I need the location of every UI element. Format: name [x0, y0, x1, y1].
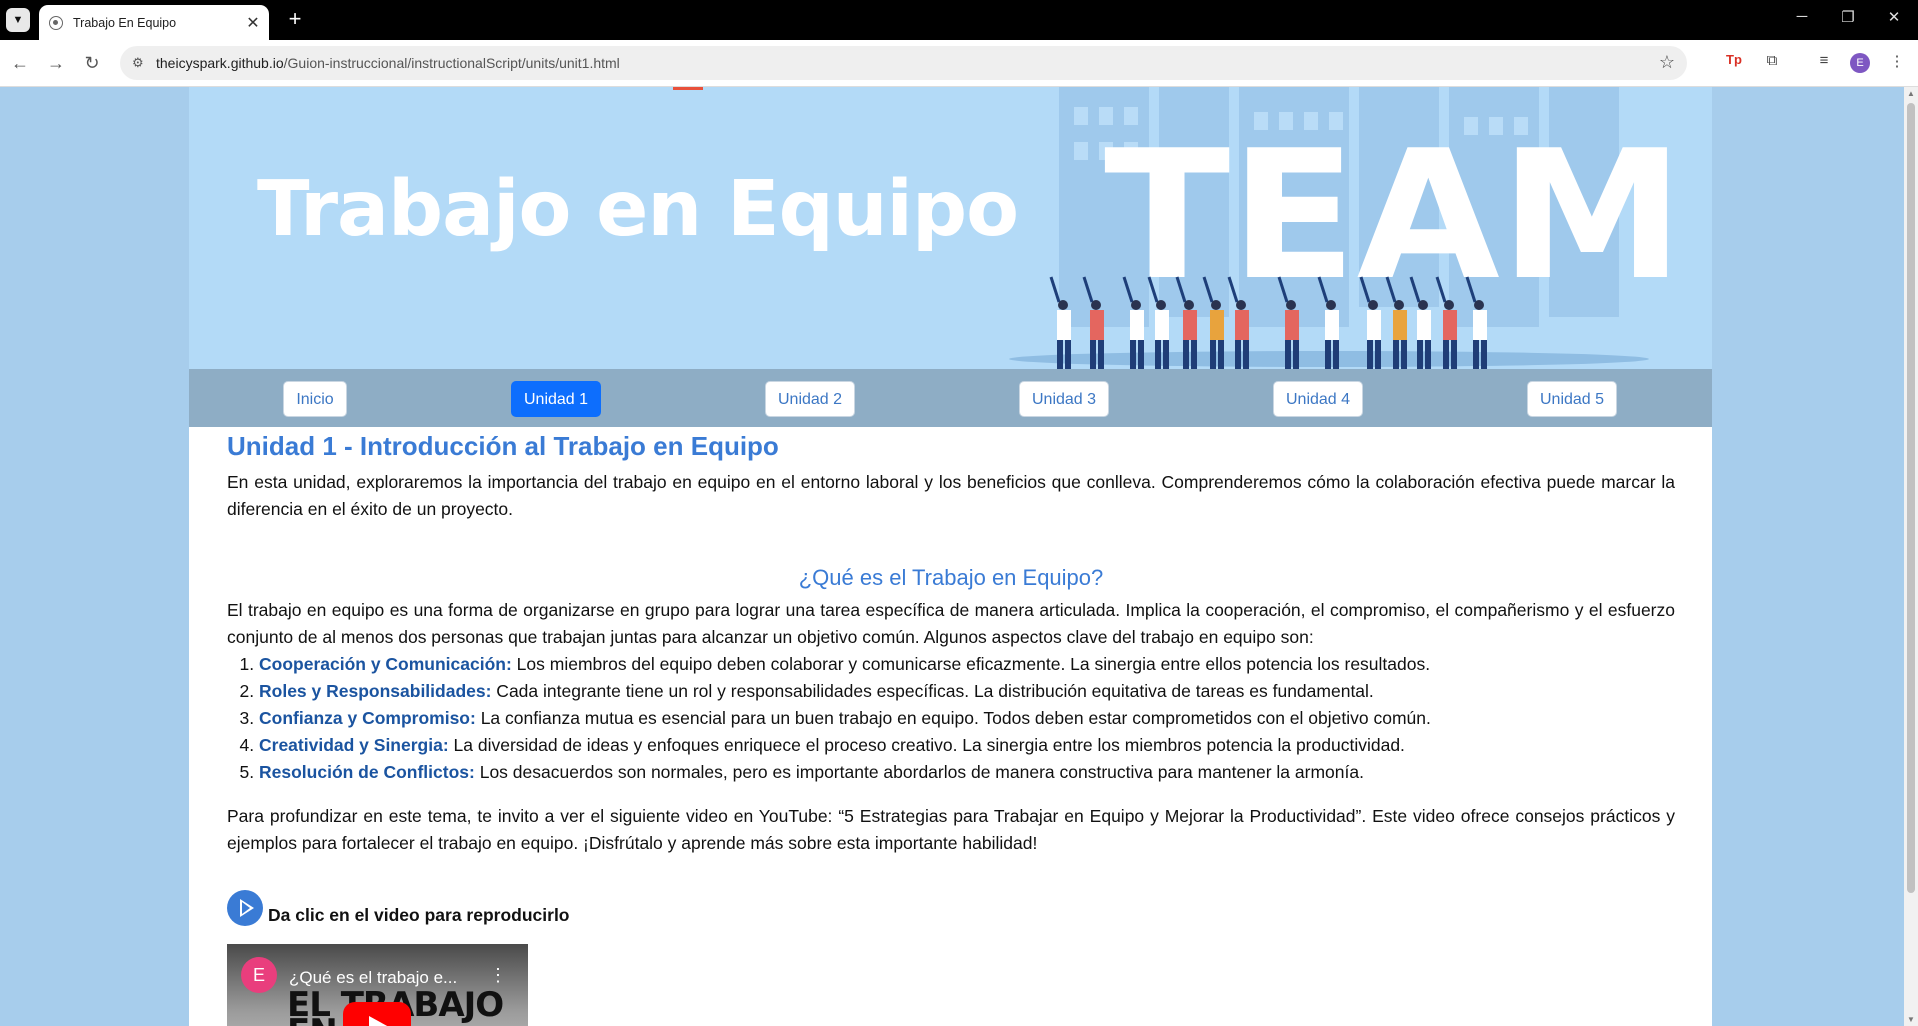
close-window-icon[interactable]: ✕: [1871, 8, 1917, 26]
forward-icon[interactable]: →: [44, 51, 68, 75]
extensions-puzzle-icon[interactable]: ⧉: [1760, 52, 1784, 69]
aspect-text: La confianza mutua es esencial para un b…: [475, 708, 1431, 728]
decorative-mark: [673, 87, 703, 90]
nav-unidad-3[interactable]: Unidad 3: [1019, 381, 1110, 417]
section-heading: ¿Qué es el Trabajo en Equipo?: [798, 565, 1104, 590]
aspect-term: Cooperación y Comunicación:: [259, 654, 512, 674]
nav-unidad-5[interactable]: Unidad 5: [1527, 381, 1618, 417]
key-aspects-list: Cooperación y Comunicación: Los miembros…: [227, 651, 1675, 786]
browser-tab[interactable]: Trabajo En Equipo ✕: [39, 5, 269, 40]
aspect-text: Cada integrante tiene un rol y responsab…: [491, 681, 1374, 701]
unit-content: Unidad 1 - Introducción al Trabajo en Eq…: [227, 427, 1675, 1026]
aspect-text: La diversidad de ideas y enfoques enriqu…: [448, 735, 1405, 755]
globe-icon: [49, 15, 63, 30]
profile-avatar[interactable]: E: [1850, 53, 1870, 73]
url-text: theicyspark.github.io/Guion-instrucciona…: [156, 55, 620, 71]
scroll-down-icon[interactable]: ▼: [1907, 1015, 1915, 1024]
aspect-text: Los desacuerdos son normales, pero es im…: [474, 762, 1364, 782]
bookmark-star-icon[interactable]: ☆: [1659, 52, 1675, 73]
close-tab-icon[interactable]: ✕: [243, 13, 263, 33]
intro-paragraph: En esta unidad, exploraremos la importan…: [227, 472, 1675, 519]
list-item: Cooperación y Comunicación: Los miembros…: [259, 651, 1675, 678]
banner-title: Trabajo en Equipo: [257, 165, 1019, 254]
youtube-video-embed[interactable]: E ¿Qué es el trabajo e... ⋮ EL TRABAJO E…: [227, 944, 528, 1026]
minimize-icon[interactable]: ─: [1779, 8, 1825, 25]
more-menu-icon[interactable]: ⋮: [1885, 52, 1909, 70]
aspect-term: Resolución de Conflictos:: [259, 762, 475, 782]
video-intro-paragraph: Para profundizar en este tema, te invito…: [227, 806, 1675, 853]
nav-inicio[interactable]: Inicio: [283, 381, 347, 417]
address-bar[interactable]: ⚙ theicyspark.github.io/Guion-instruccio…: [120, 46, 1687, 80]
page-viewport: Trabajo en Equipo TEAM Inicio Unidad 1 U…: [0, 87, 1904, 1026]
nav-unidad-4[interactable]: Unidad 4: [1273, 381, 1364, 417]
list-item: Creatividad y Sinergia: La diversidad de…: [259, 732, 1675, 759]
header-banner: Trabajo en Equipo TEAM: [189, 87, 1712, 369]
video-hint-label: Da clic en el video para reproducirlo: [268, 905, 570, 925]
list-item: Resolución de Conflictos: Los desacuerdo…: [259, 759, 1675, 786]
page-container: Trabajo en Equipo TEAM Inicio Unidad 1 U…: [189, 87, 1712, 1026]
browser-tab-bar: ▼ Trabajo En Equipo ✕ + ─ ❐ ✕: [0, 0, 1918, 40]
banner-graphic-word: TEAM: [1104, 112, 1684, 319]
tab-search-button[interactable]: ▼: [6, 8, 30, 32]
aspect-term: Confianza y Compromiso:: [259, 708, 476, 728]
page-title: Unidad 1 - Introducción al Trabajo en Eq…: [227, 431, 779, 461]
video-hint: Da clic en el video para reproducirlo: [227, 884, 1675, 926]
aspect-text: Los miembros del equipo deben colaborar …: [511, 654, 1431, 674]
play-circle-icon: [227, 890, 263, 926]
page-scrollbar[interactable]: ▲ ▼: [1904, 87, 1918, 1026]
definition-paragraph: El trabajo en equipo es una forma de org…: [227, 600, 1675, 647]
aspect-term: Roles y Responsabilidades:: [259, 681, 492, 701]
team-illustration: TEAM: [1009, 87, 1684, 369]
scrollbar-thumb[interactable]: [1907, 103, 1915, 893]
site-info-icon[interactable]: ⚙: [132, 55, 144, 71]
tab-title: Trabajo En Equipo: [73, 15, 177, 30]
channel-avatar[interactable]: E: [241, 957, 277, 993]
list-item: Roles y Responsabilidades: Cada integran…: [259, 678, 1675, 705]
unit-navbar: Inicio Unidad 1 Unidad 2 Unidad 3 Unidad…: [189, 369, 1712, 427]
browser-toolbar: ← → ↻ ⚙ theicyspark.github.io/Guion-inst…: [0, 40, 1918, 87]
restore-icon[interactable]: ❐: [1825, 8, 1871, 26]
scroll-up-icon[interactable]: ▲: [1907, 89, 1915, 98]
new-tab-button[interactable]: +: [282, 6, 308, 32]
aspect-term: Creatividad y Sinergia:: [259, 735, 449, 755]
extension-tp-icon[interactable]: Tp: [1722, 52, 1746, 67]
media-queue-icon[interactable]: ≡: [1812, 52, 1836, 69]
nav-unidad-1[interactable]: Unidad 1: [511, 381, 602, 417]
youtube-play-icon[interactable]: [343, 1002, 411, 1026]
back-icon[interactable]: ←: [8, 51, 32, 75]
nav-unidad-2[interactable]: Unidad 2: [765, 381, 856, 417]
reload-icon[interactable]: ↻: [80, 51, 104, 75]
list-item: Confianza y Compromiso: La confianza mut…: [259, 705, 1675, 732]
